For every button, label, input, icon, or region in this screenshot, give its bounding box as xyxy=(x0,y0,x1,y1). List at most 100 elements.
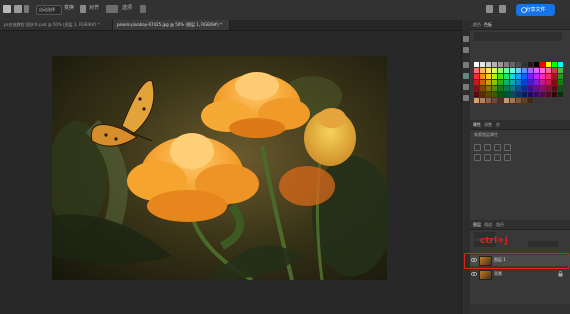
color-swatch[interactable] xyxy=(540,80,545,85)
color-swatch[interactable] xyxy=(474,80,479,85)
color-swatch[interactable] xyxy=(516,98,521,103)
align-center-button[interactable] xyxy=(484,154,491,161)
distribute-button[interactable] xyxy=(504,154,511,161)
color-swatch[interactable] xyxy=(486,68,491,73)
align-label[interactable]: 对齐 xyxy=(89,4,99,12)
color-swatch[interactable] xyxy=(540,74,545,79)
paragraph-panel-icon[interactable] xyxy=(463,73,469,79)
clone-source-icon[interactable] xyxy=(463,95,469,101)
color-swatch[interactable] xyxy=(558,80,563,85)
color-swatch[interactable] xyxy=(510,86,515,91)
auto-select-dropdown[interactable]: 自动选择 xyxy=(36,5,62,15)
color-swatch[interactable] xyxy=(480,98,485,103)
color-swatch[interactable] xyxy=(558,62,563,67)
color-swatch[interactable] xyxy=(552,62,557,67)
color-swatch[interactable] xyxy=(492,80,497,85)
color-swatch[interactable] xyxy=(540,68,545,73)
x-field[interactable] xyxy=(494,144,501,151)
color-swatch[interactable] xyxy=(510,92,515,97)
color-swatch[interactable] xyxy=(522,68,527,73)
color-swatch[interactable] xyxy=(498,62,503,67)
swatch-grid[interactable] xyxy=(474,62,563,110)
color-swatch[interactable] xyxy=(546,68,551,73)
color-swatch[interactable] xyxy=(480,62,485,67)
align-right-button[interactable] xyxy=(494,154,501,161)
tool-preset-icon[interactable] xyxy=(24,5,29,13)
color-swatch[interactable] xyxy=(486,92,491,97)
color-swatch[interactable] xyxy=(492,98,497,103)
color-swatch[interactable] xyxy=(474,74,479,79)
align-left-button[interactable] xyxy=(474,154,481,161)
color-swatch[interactable] xyxy=(504,74,509,79)
color-swatch[interactable] xyxy=(558,92,563,97)
color-swatch[interactable] xyxy=(474,98,479,103)
color-swatch[interactable] xyxy=(498,68,503,73)
tab-swatches[interactable]: 色板 xyxy=(484,21,492,28)
align-icon[interactable] xyxy=(80,5,86,13)
tab-paths[interactable]: 路径 xyxy=(496,221,504,228)
color-swatch[interactable] xyxy=(540,86,545,91)
options-label[interactable]: 选项 xyxy=(122,4,132,12)
color-swatch[interactable] xyxy=(534,86,539,91)
tab-color[interactable]: 颜色 xyxy=(473,21,481,28)
character-panel-icon[interactable] xyxy=(463,62,469,68)
color-swatch[interactable] xyxy=(510,74,515,79)
color-swatch[interactable] xyxy=(534,68,539,73)
tab-document-2[interactable]: pexels-pixabay-67425.jpg @ 50% (图层 1, RG… xyxy=(113,20,230,30)
height-field[interactable] xyxy=(484,144,491,151)
color-swatch[interactable] xyxy=(516,62,521,67)
tab-libraries[interactable]: 库 xyxy=(496,121,500,128)
layer-row[interactable]: 图层 1 xyxy=(470,255,570,266)
color-swatch[interactable] xyxy=(522,74,527,79)
color-swatch[interactable] xyxy=(546,80,551,85)
history-panel-icon[interactable] xyxy=(463,36,469,42)
color-swatch[interactable] xyxy=(540,92,545,97)
color-swatch[interactable] xyxy=(504,98,509,103)
y-field[interactable] xyxy=(504,144,511,151)
brush-panel-icon[interactable] xyxy=(463,84,469,90)
swatches-search[interactable] xyxy=(474,32,562,41)
color-swatch[interactable] xyxy=(522,92,527,97)
color-swatch[interactable] xyxy=(486,98,491,103)
color-swatch[interactable] xyxy=(522,86,527,91)
tab-properties[interactable]: 属性 xyxy=(473,121,481,128)
width-field[interactable] xyxy=(474,144,481,151)
tab-layers[interactable]: 图层 xyxy=(473,221,481,228)
color-swatch[interactable] xyxy=(474,92,479,97)
color-swatch[interactable] xyxy=(546,92,551,97)
tab-channels[interactable]: 通道 xyxy=(484,221,492,228)
color-swatch[interactable] xyxy=(498,98,503,103)
color-swatch[interactable] xyxy=(528,86,533,91)
color-swatch[interactable] xyxy=(492,74,497,79)
color-swatch[interactable] xyxy=(546,62,551,67)
color-swatch[interactable] xyxy=(504,80,509,85)
color-swatch[interactable] xyxy=(522,98,527,103)
workspace-icon[interactable] xyxy=(499,5,506,13)
color-swatch[interactable] xyxy=(528,92,533,97)
color-swatch[interactable] xyxy=(534,80,539,85)
color-swatch[interactable] xyxy=(528,98,533,103)
color-swatch[interactable] xyxy=(504,86,509,91)
color-swatch[interactable] xyxy=(516,86,521,91)
search-icon[interactable] xyxy=(486,5,493,13)
color-swatch[interactable] xyxy=(510,68,515,73)
eye-icon[interactable] xyxy=(471,271,477,277)
color-swatch[interactable] xyxy=(498,86,503,91)
actions-panel-icon[interactable] xyxy=(463,47,469,53)
color-swatch[interactable] xyxy=(552,80,557,85)
color-swatch[interactable] xyxy=(528,80,533,85)
color-swatch[interactable] xyxy=(522,62,527,67)
eye-icon[interactable] xyxy=(471,257,477,263)
color-swatch[interactable] xyxy=(558,86,563,91)
move-tool-icon[interactable] xyxy=(14,5,22,13)
color-swatch[interactable] xyxy=(510,62,515,67)
color-swatch[interactable] xyxy=(558,68,563,73)
color-swatch[interactable] xyxy=(498,80,503,85)
color-swatch[interactable] xyxy=(486,62,491,67)
color-swatch[interactable] xyxy=(546,74,551,79)
color-swatch[interactable] xyxy=(552,68,557,73)
color-swatch[interactable] xyxy=(492,68,497,73)
color-swatch[interactable] xyxy=(510,98,515,103)
color-swatch[interactable] xyxy=(492,86,497,91)
color-swatch[interactable] xyxy=(486,80,491,85)
